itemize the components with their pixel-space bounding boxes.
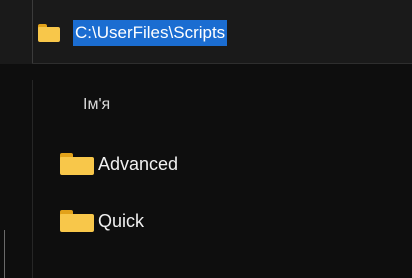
list-item-quick[interactable]: Quick: [60, 209, 144, 233]
folder-icon: [60, 153, 94, 175]
column-header-name[interactable]: Ім'я: [83, 95, 110, 115]
address-path-input[interactable]: C:\UserFiles\Scripts: [73, 20, 228, 46]
list-item-label: Quick: [98, 211, 145, 231]
folder-icon: [60, 210, 94, 232]
list-item-advanced[interactable]: Advanced: [60, 152, 178, 176]
navigation-pane-divider[interactable]: [32, 80, 33, 278]
file-explorer-window: C:\UserFiles\Scripts Ім'я Advanced Quick: [0, 0, 412, 278]
folder-icon: [38, 24, 60, 42]
address-bar-divider: [32, 0, 33, 64]
scroll-edge: [4, 230, 5, 278]
list-item-label: Advanced: [98, 154, 179, 174]
address-bar-bottom-border: [32, 63, 412, 64]
address-bar[interactable]: C:\UserFiles\Scripts: [38, 18, 228, 48]
